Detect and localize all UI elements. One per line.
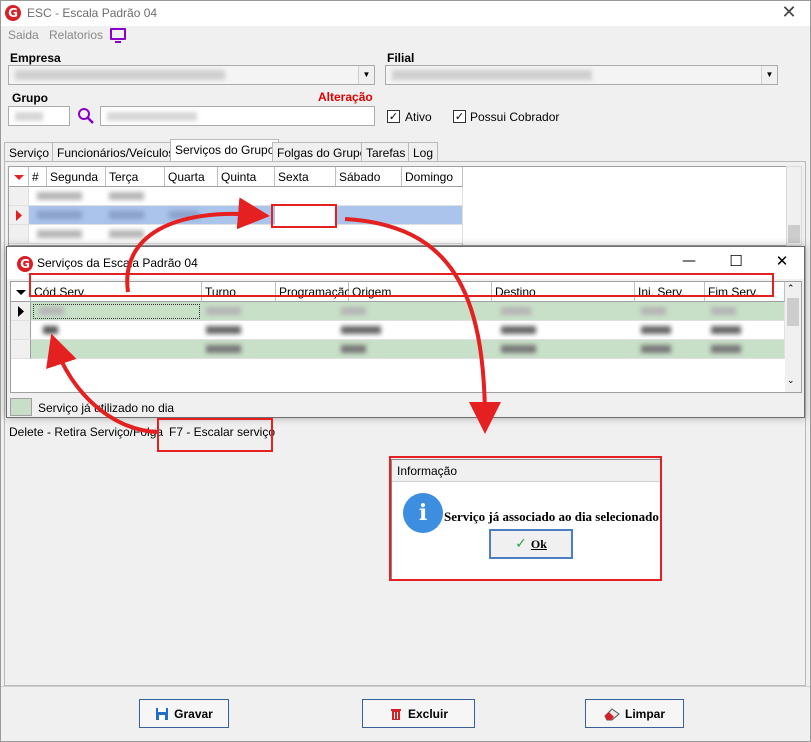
arrow-row-to-cell (125, 197, 270, 293)
arrow-f7-to-row (46, 333, 158, 434)
annotation-arrows (46, 197, 501, 434)
arrow-cell-to-info (344, 217, 501, 434)
